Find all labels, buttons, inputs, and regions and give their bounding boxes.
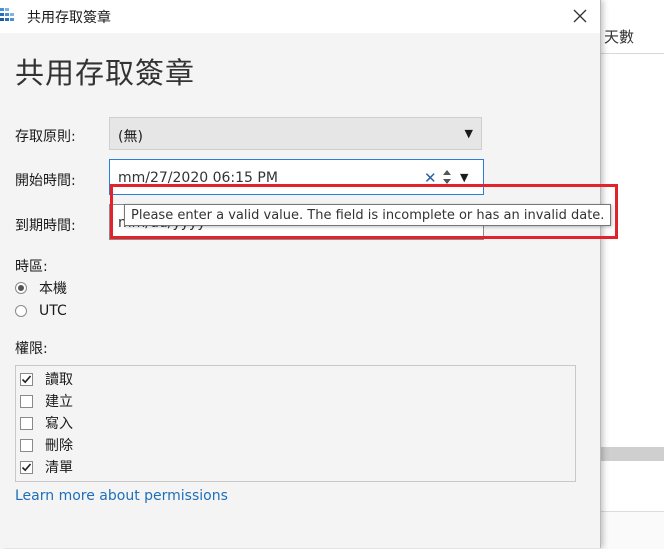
checkbox-checked[interactable]: [20, 460, 33, 474]
permission-label: 刪除: [45, 438, 73, 454]
learn-more-link[interactable]: Learn more about permissions: [15, 488, 228, 504]
permission-label: 建立: [45, 394, 73, 410]
background-column-header: 天數: [600, 17, 664, 70]
window-title: 共用存取簽章: [27, 10, 111, 26]
page-title: 共用存取簽章: [15, 56, 196, 90]
permission-list[interactable]: 清單: [20, 458, 73, 476]
background-app-panel: 天數: [600, 0, 664, 549]
close-button[interactable]: [566, 2, 594, 30]
calendar-dropdown-icon[interactable]: ▼: [460, 171, 468, 184]
days-column-label: 天數: [604, 28, 635, 46]
checkbox-checked[interactable]: [20, 372, 33, 386]
checkbox-unchecked[interactable]: [20, 438, 33, 452]
timezone-option-utc[interactable]: UTC: [15, 302, 67, 320]
checkmark-icon: [21, 374, 32, 383]
permission-write[interactable]: 寫入: [20, 414, 73, 432]
horizontal-scrollbar[interactable]: [600, 447, 664, 461]
permission-label: 讀取: [45, 372, 73, 388]
radio-selected[interactable]: [15, 282, 27, 294]
permission-label: 寫入: [45, 416, 73, 432]
timezone-option-label: 本機: [39, 281, 67, 297]
timezone-label: 時區:: [15, 259, 48, 275]
background-footer: [600, 511, 664, 549]
checkmark-icon: [21, 462, 32, 471]
permission-delete[interactable]: 刪除: [20, 436, 73, 454]
dropdown-arrow-icon: ▼: [464, 127, 473, 140]
access-policy-label: 存取原則:: [15, 129, 76, 145]
timezone-option-label: UTC: [39, 303, 67, 319]
storage-explorer-icon: [0, 8, 14, 21]
shared-access-signature-dialog: 共用存取簽章 共用存取簽章 存取原則: (無) ▼ 開始時間: mm/27/20…: [0, 0, 618, 548]
checkbox-unchecked[interactable]: [20, 394, 33, 408]
permission-create[interactable]: 建立: [20, 392, 73, 410]
radio-unselected[interactable]: [15, 305, 27, 317]
close-icon: [573, 9, 587, 23]
annotation-highlight-box: [110, 184, 618, 239]
expiry-time-label: 到期時間:: [15, 218, 76, 234]
permission-read[interactable]: 讀取: [20, 370, 73, 388]
permissions-label: 權限:: [15, 341, 48, 357]
title-bar: 共用存取簽章: [0, 0, 600, 33]
permission-label: 清單: [45, 460, 73, 476]
access-policy-select[interactable]: (無) ▼: [109, 117, 482, 150]
start-time-label: 開始時間:: [15, 173, 76, 189]
checkbox-unchecked[interactable]: [20, 416, 33, 430]
timezone-option-local[interactable]: 本機: [15, 279, 67, 297]
access-policy-value: (無): [118, 129, 143, 145]
permissions-list: 讀取 建立 寫入 刪除 清單: [15, 365, 576, 482]
